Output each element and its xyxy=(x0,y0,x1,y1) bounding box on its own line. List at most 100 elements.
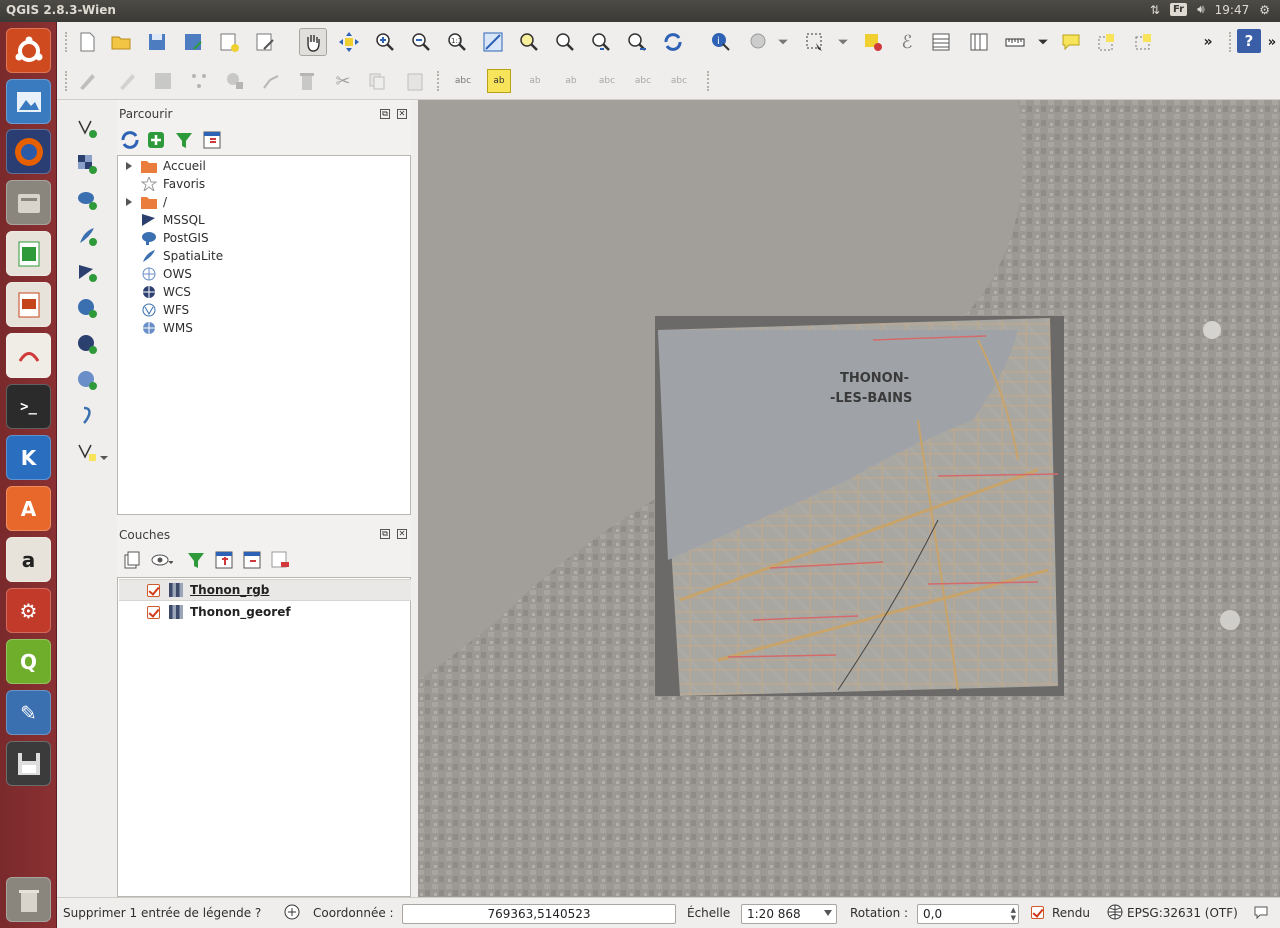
crs-status[interactable]: EPSG:32631 (OTF) xyxy=(1127,906,1238,920)
coordinate-field[interactable]: 769363,5140523 xyxy=(402,904,676,924)
paste-features-icon[interactable] xyxy=(403,69,427,93)
new-shapefile-layer-icon[interactable] xyxy=(75,440,99,464)
show-bookmarks-icon[interactable] xyxy=(1131,30,1155,54)
show-hide-labels-icon[interactable]: ab xyxy=(559,69,583,93)
add-delimited-text-icon[interactable] xyxy=(75,404,99,428)
move-feature-icon[interactable] xyxy=(223,69,247,93)
messages-icon[interactable] xyxy=(1253,904,1269,923)
statistics-summary-icon[interactable] xyxy=(967,30,991,54)
zoom-to-selection-icon[interactable] xyxy=(517,30,541,54)
browser-filter-icon[interactable] xyxy=(172,128,196,152)
scale-combobox[interactable]: 1:20 868 xyxy=(741,904,837,924)
zoom-in-icon[interactable] xyxy=(373,30,397,54)
pan-map-icon[interactable] xyxy=(299,28,327,56)
add-vector-layer-icon[interactable] xyxy=(75,116,99,140)
toolbar-grip-labels[interactable] xyxy=(437,71,441,91)
delete-selected-icon[interactable] xyxy=(295,69,319,93)
pan-to-selection-icon[interactable] xyxy=(337,30,361,54)
add-spatialite-layer-icon[interactable] xyxy=(75,224,99,248)
expand-all-icon[interactable] xyxy=(212,548,236,572)
measure-line-icon[interactable] xyxy=(1003,30,1027,54)
pin-labels-icon[interactable]: ab xyxy=(523,69,547,93)
clock[interactable]: 19:47 xyxy=(1215,3,1250,17)
copy-features-icon[interactable] xyxy=(365,69,389,93)
calc-spreadsheet-icon[interactable] xyxy=(6,231,51,276)
network-arrows-icon[interactable]: ⇅ xyxy=(1150,3,1160,17)
new-print-composer-icon[interactable] xyxy=(217,30,241,54)
power-gear-icon[interactable]: ⚙ xyxy=(1259,3,1270,17)
zoom-native-resolution-icon[interactable]: 1:1 xyxy=(445,30,469,54)
toolbar-grip-help[interactable] xyxy=(1229,32,1233,52)
tree-item-favoris[interactable]: Favoris xyxy=(118,175,410,193)
layer-labeling-options-icon[interactable]: ab xyxy=(487,69,511,93)
save-project-icon[interactable] xyxy=(145,30,169,54)
float-layers-panel-icon[interactable]: ⧉ xyxy=(380,529,390,539)
add-group-icon[interactable] xyxy=(120,548,144,572)
save-as-icon[interactable] xyxy=(181,30,205,54)
expand-arrow-icon[interactable] xyxy=(126,198,132,206)
layer-row-thonon-rgb[interactable]: Thonon_rgb xyxy=(119,579,411,601)
run-feature-action-icon[interactable] xyxy=(747,30,771,54)
tree-item-mssql[interactable]: MSSQL xyxy=(118,211,410,229)
rotation-stepper-icon[interactable]: ▲ ▼ xyxy=(1011,906,1016,922)
render-checkbox[interactable] xyxy=(1031,906,1044,919)
layer-visibility-checkbox[interactable] xyxy=(147,605,160,619)
keyboard-layout-indicator[interactable]: Fr xyxy=(1169,3,1188,16)
browser-add-layer-icon[interactable] xyxy=(144,128,168,152)
toggle-editing-icon[interactable] xyxy=(115,69,139,93)
new-bookmark-icon[interactable] xyxy=(1095,30,1119,54)
ubuntu-dash-icon[interactable] xyxy=(6,28,51,73)
deselect-all-icon[interactable] xyxy=(861,30,885,54)
amazon-icon[interactable]: a xyxy=(6,537,51,582)
node-tool-icon[interactable] xyxy=(259,69,283,93)
save-disk-icon[interactable] xyxy=(6,741,51,786)
toolbar-grip-2[interactable] xyxy=(65,71,69,91)
add-postgis-layer-icon[interactable] xyxy=(75,188,99,212)
map-tips-icon[interactable] xyxy=(1059,30,1083,54)
zoom-to-layer-icon[interactable] xyxy=(553,30,577,54)
impress-presentation-icon[interactable] xyxy=(6,282,51,327)
float-panel-icon[interactable]: ⧉ xyxy=(380,109,390,119)
tree-item-wcs[interactable]: WCS xyxy=(118,283,410,301)
refresh-icon[interactable] xyxy=(661,30,685,54)
tree-item-spatialite[interactable]: SpatiaLite xyxy=(118,247,410,265)
help-overflow-icon[interactable]: » xyxy=(1267,30,1277,54)
rotation-spinbox[interactable]: 0,0 ▲ ▼ xyxy=(917,904,1019,924)
zoom-next-icon[interactable] xyxy=(625,30,649,54)
measure-dropdown-arrow-icon[interactable] xyxy=(1037,30,1049,54)
save-edits-icon[interactable] xyxy=(151,69,175,93)
add-wms-layer-icon[interactable] xyxy=(75,296,99,320)
browser-collapse-all-icon[interactable] xyxy=(200,128,224,152)
tree-item-root[interactable]: / xyxy=(118,193,410,211)
mouse-coords-toggle-icon[interactable] xyxy=(283,903,301,924)
add-wfs-layer-icon[interactable] xyxy=(75,368,99,392)
cut-features-icon[interactable]: ✂ xyxy=(331,69,355,93)
firefox-icon[interactable] xyxy=(6,129,51,174)
pdf-reader-icon[interactable] xyxy=(6,333,51,378)
composer-manager-icon[interactable] xyxy=(253,30,277,54)
manage-visibility-icon[interactable] xyxy=(150,548,174,572)
volume-icon[interactable]: 🔊︎ xyxy=(1197,2,1205,17)
terminal-icon[interactable]: >_ xyxy=(6,384,51,429)
tree-item-postgis[interactable]: PostGIS xyxy=(118,229,410,247)
trash-icon[interactable] xyxy=(6,877,51,922)
label-abc-icon[interactable]: abc xyxy=(451,69,475,93)
qgis-icon[interactable]: Q xyxy=(6,639,51,684)
add-raster-layer-icon[interactable] xyxy=(75,152,99,176)
rotate-label-icon[interactable]: abc xyxy=(631,69,655,93)
image-viewer-icon[interactable] xyxy=(6,79,51,124)
select-features-icon[interactable] xyxy=(803,30,827,54)
toolbar-grip[interactable] xyxy=(65,32,69,52)
attribute-table-icon[interactable] xyxy=(929,30,953,54)
toolbar-grip-end[interactable] xyxy=(707,71,711,91)
map-canvas[interactable]: THONON- -LES-BAINS xyxy=(418,100,1280,897)
zoom-out-icon[interactable] xyxy=(409,30,433,54)
tree-item-accueil[interactable]: Accueil xyxy=(118,157,410,175)
move-label-icon[interactable]: abc xyxy=(595,69,619,93)
filter-legend-icon[interactable] xyxy=(184,548,208,572)
file-manager-icon[interactable] xyxy=(6,180,51,225)
identify-features-icon[interactable]: i xyxy=(709,30,733,54)
collapse-all-icon[interactable] xyxy=(240,548,264,572)
current-edits-icon[interactable] xyxy=(75,69,99,93)
field-calculator-icon[interactable]: ℰ xyxy=(895,30,919,54)
